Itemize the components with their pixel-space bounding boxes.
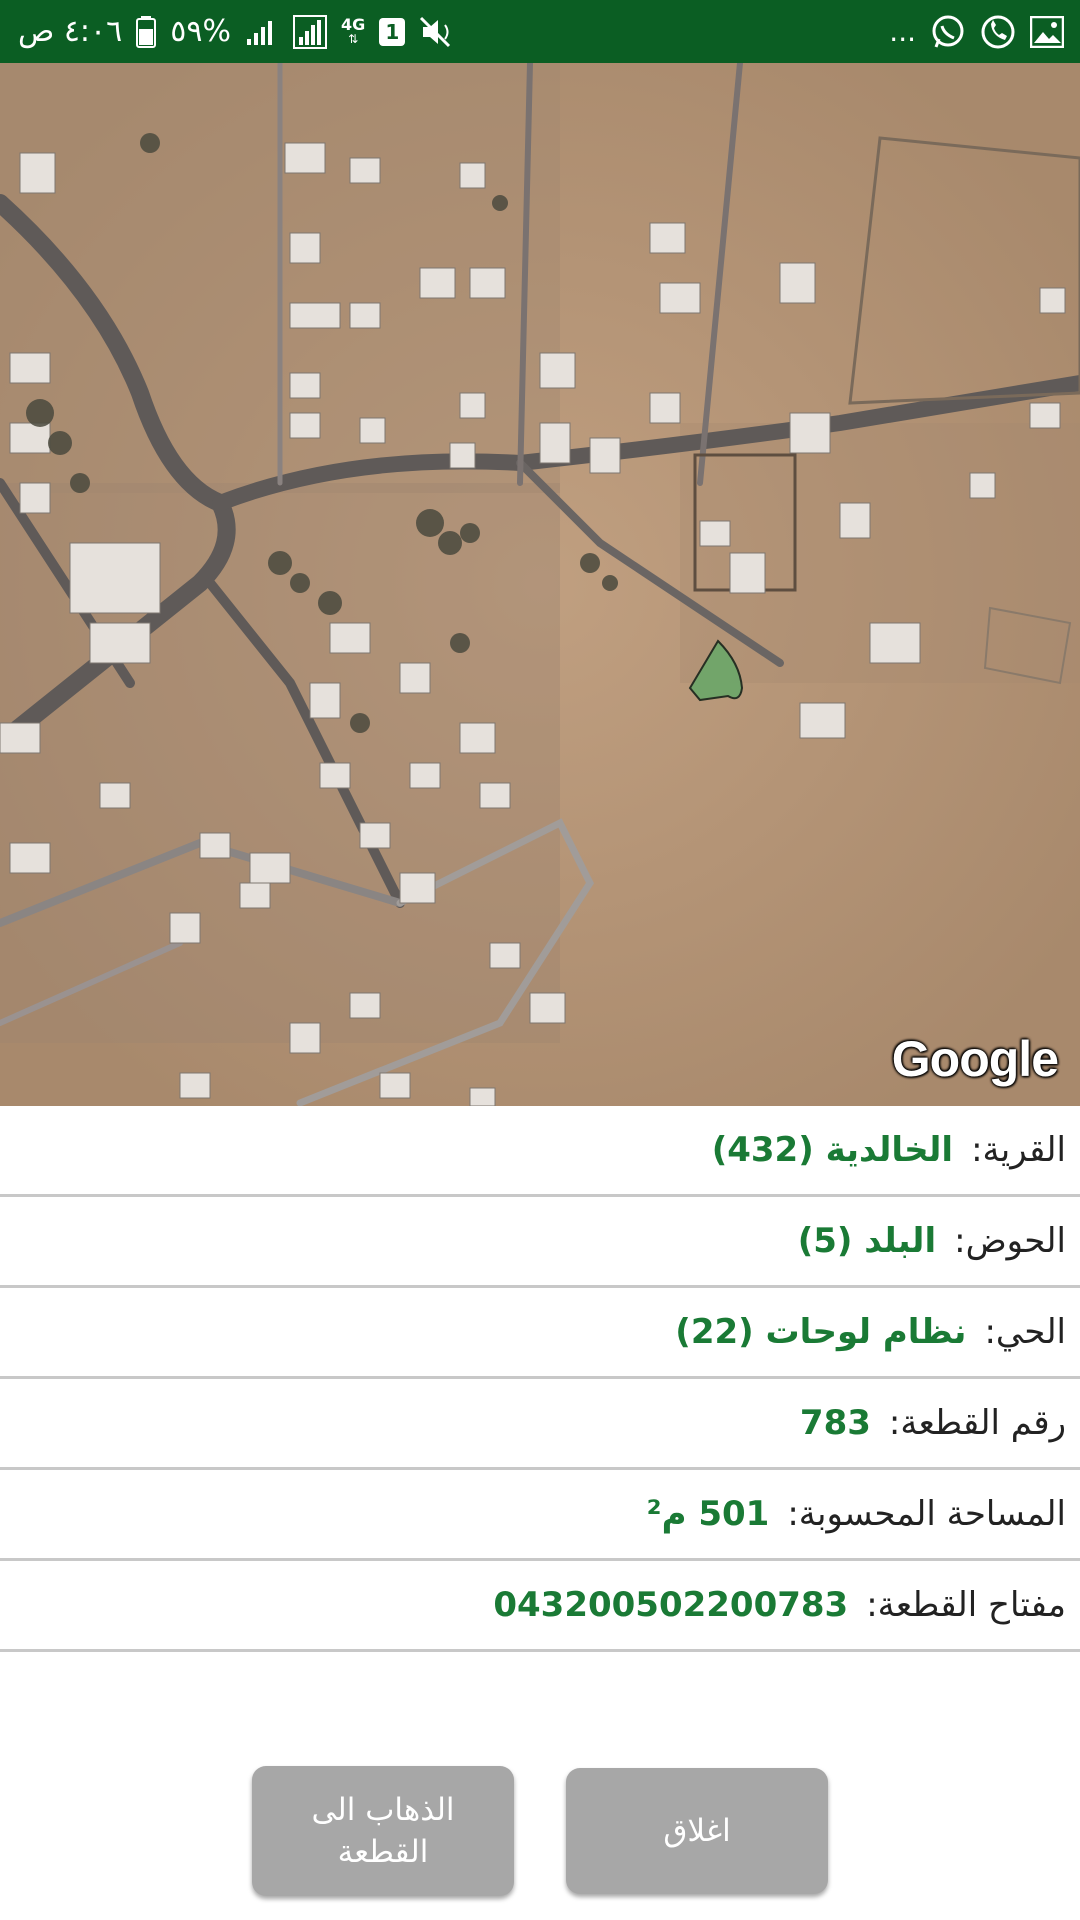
status-bar: ٤:٠٦ ص %٥٩ 4G ⇅ 1 ...	[0, 0, 1080, 63]
status-bar-left: ٤:٠٦ ص %٥٩ 4G ⇅ 1	[0, 14, 457, 49]
gallery-icon	[1030, 15, 1064, 48]
basin-label: الحوض:	[954, 1221, 1066, 1261]
sim-icon: 1	[379, 17, 406, 46]
basin-value: البلد (5)	[797, 1221, 937, 1261]
google-logo: Google	[891, 1031, 1059, 1087]
parcel-key-row: مفتاح القطعة: 043200502200783	[0, 1561, 1080, 1652]
village-value: الخالدية (432)	[711, 1130, 954, 1170]
more-notifications: ...	[889, 15, 916, 48]
map-imagery	[0, 63, 1080, 1106]
clock-time: ٤:٠٦ ص	[18, 14, 123, 49]
sim-number: 1	[385, 19, 400, 44]
parcel-info-list: القرية: الخالدية (432) الحوض: البلد (5) …	[0, 1106, 1080, 1652]
signal-bars-box-icon	[293, 14, 328, 49]
parcel-key-value: 043200502200783	[493, 1585, 849, 1625]
parcel-number-label: رقم القطعة:	[888, 1403, 1066, 1443]
parcel-number-row: رقم القطعة: 783	[0, 1379, 1080, 1470]
village-label: القرية:	[971, 1130, 1066, 1170]
area-row: المساحة المحسوبة: 501 م²	[0, 1470, 1080, 1561]
go-to-parcel-button[interactable]: الذهاب الى القطعة	[252, 1766, 514, 1896]
data-arrows-icon: ⇅	[348, 31, 359, 46]
district-value: نظام لوحات (22)	[675, 1312, 967, 1352]
whatsapp-icon	[930, 14, 966, 50]
parcel-key-label: مفتاح القطعة:	[866, 1585, 1066, 1625]
close-button[interactable]: اغلاق	[566, 1768, 828, 1894]
phone-icon	[980, 14, 1016, 50]
district-row: الحي: نظام لوحات (22)	[0, 1288, 1080, 1379]
network-type-label: 4G	[341, 14, 366, 34]
signal-icon	[245, 17, 279, 47]
area-label: المساحة المحسوبة:	[787, 1494, 1066, 1534]
status-bar-right: ...	[889, 14, 1080, 50]
mute-icon	[419, 15, 457, 49]
district-label: الحي:	[984, 1312, 1066, 1352]
battery-icon	[136, 15, 157, 48]
network-type-icon: 4G ⇅	[341, 14, 366, 46]
basin-row: الحوض: البلد (5)	[0, 1197, 1080, 1288]
area-value: 501 م²	[646, 1494, 770, 1534]
satellite-map[interactable]: Google	[0, 63, 1080, 1106]
battery-percent: %٥٩	[170, 14, 232, 49]
village-row: القرية: الخالدية (432)	[0, 1106, 1080, 1197]
parcel-number-value: 783	[799, 1403, 871, 1443]
